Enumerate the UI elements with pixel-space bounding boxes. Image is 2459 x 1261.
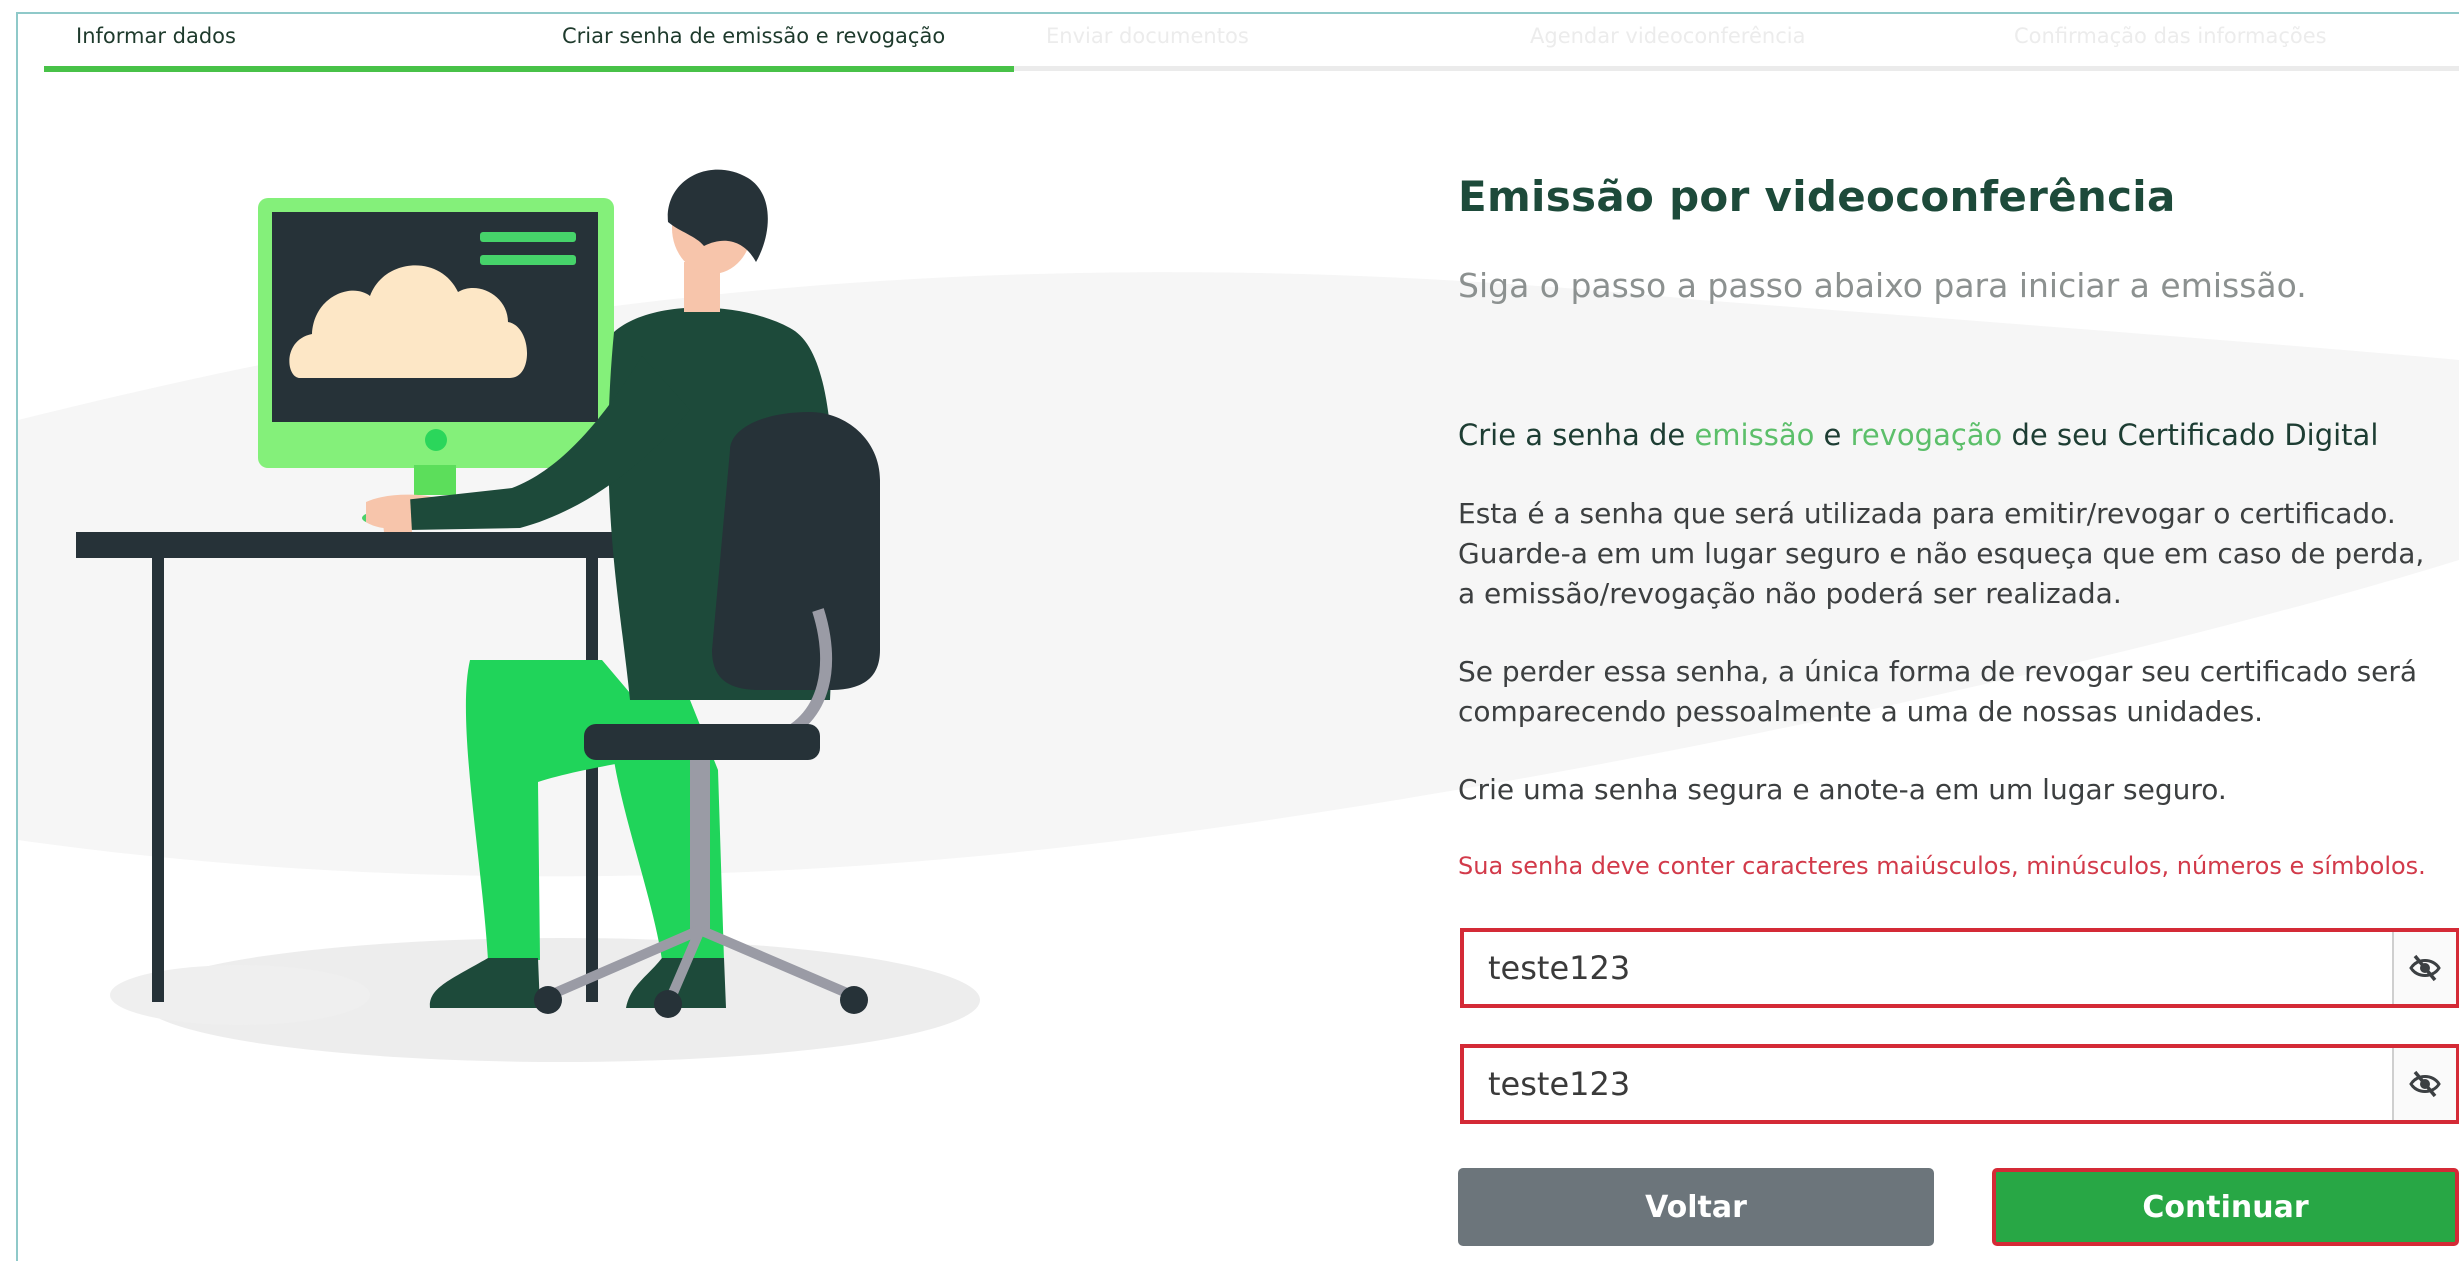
confirm-password-field <box>1460 1044 2459 1124</box>
heading-text-2: e <box>1814 418 1851 452</box>
password-input[interactable] <box>1464 932 2394 1004</box>
continue-button[interactable]: Continuar <box>1992 1168 2459 1246</box>
password-requirements-warning: Sua senha deve conter caracteres maiúscu… <box>1458 852 2426 880</box>
progress-stepper: Informar dados Criar senha de emissão e … <box>44 14 2459 72</box>
info-paragraph-2: Se perder essa senha, a única forma de r… <box>1458 655 2418 728</box>
info-paragraph-3: Crie uma senha segura e anote-a em um lu… <box>1458 773 2227 806</box>
section-heading: Crie a senha de emissão e revogação de s… <box>1458 418 2378 452</box>
toggle-confirm-password-visibility-button[interactable] <box>2392 1048 2456 1120</box>
eye-slash-icon <box>2409 1070 2441 1098</box>
heading-text-3: de seu Certificado Digital <box>2002 418 2379 452</box>
toggle-password-visibility-button[interactable] <box>2392 932 2456 1004</box>
heading-text-1: Crie a senha de <box>1458 418 1695 452</box>
page-subtitle: Siga o passo a passo abaixo para iniciar… <box>1458 266 2307 305</box>
step-agendar-videoconferencia: Agendar videoconferência <box>1530 24 1806 48</box>
info-paragraph-1: Esta é a senha que será utilizada para e… <box>1458 497 2425 610</box>
confirm-password-input[interactable] <box>1464 1048 2394 1120</box>
step-informar-dados[interactable]: Informar dados <box>76 24 236 48</box>
step-criar-senha[interactable]: Criar senha de emissão e revogação <box>562 24 945 48</box>
password-field <box>1460 928 2459 1008</box>
heading-emissao: emissão <box>1694 418 1815 452</box>
person-at-computer-illustration <box>76 169 980 1062</box>
step-enviar-documentos: Enviar documentos <box>1046 24 1249 48</box>
page-title: Emissão por videoconferência <box>1458 172 2176 221</box>
step-confirmacao: Confirmação das informações <box>2014 24 2327 48</box>
eye-slash-icon <box>2409 954 2441 982</box>
back-button[interactable]: Voltar <box>1458 1168 1934 1246</box>
heading-revogacao: revogação <box>1850 418 2003 452</box>
stepper-progress-bar <box>44 66 1014 72</box>
